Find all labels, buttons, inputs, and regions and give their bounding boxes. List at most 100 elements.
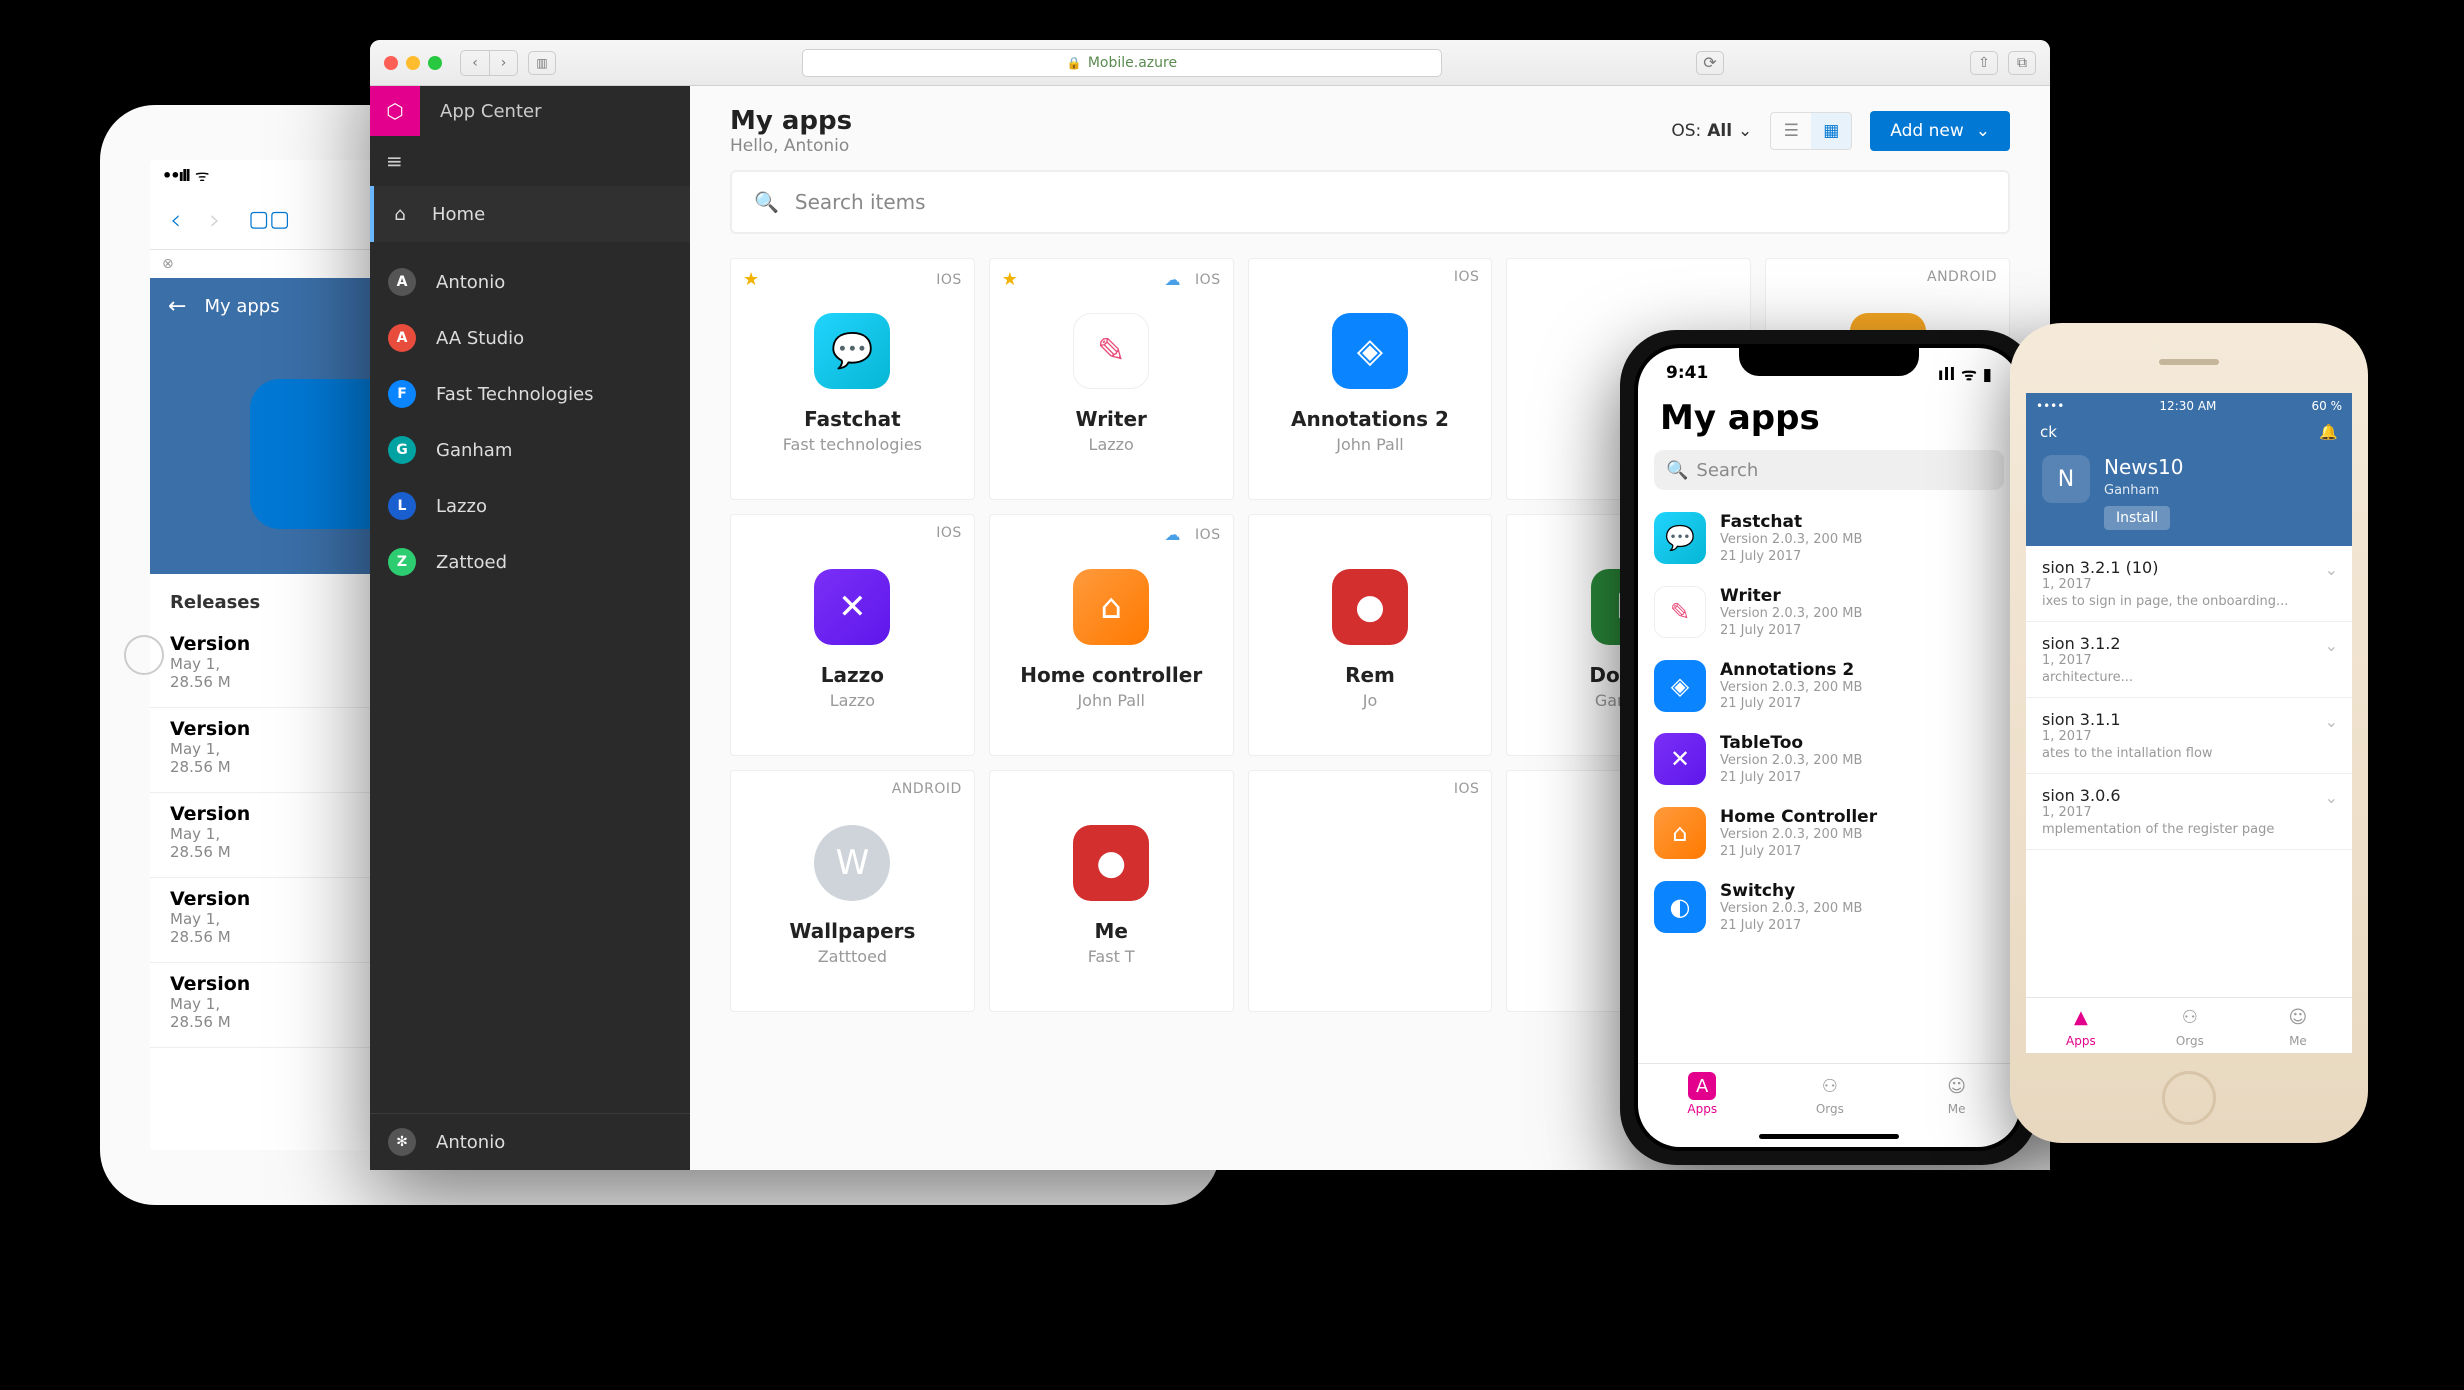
app-list-item[interactable]: 💬 Fastchat Version 2.0.3, 200 MB 21 July…: [1638, 502, 2020, 576]
app-date: 21 July 2017: [1720, 770, 1862, 787]
add-new-button[interactable]: Add new ⌄: [1870, 111, 2010, 151]
app-card[interactable]: ★iOS 💬 Fastchat Fast technologies: [730, 258, 975, 500]
safari-nav-buttons[interactable]: ‹›: [460, 50, 518, 76]
version-row[interactable]: sion 3.1.2 1, 2017 architecture... ⌄: [2026, 622, 2352, 698]
app-card[interactable]: ● Rem Jo: [1248, 514, 1493, 756]
app-owner: Zatttoed: [818, 947, 887, 966]
sidebar-org-item[interactable]: GGanham: [370, 422, 690, 478]
app-icon: W: [814, 825, 890, 901]
tab-apps[interactable]: ▲ Apps: [2066, 1004, 2096, 1048]
share-icon[interactable]: ⇧: [1970, 51, 1998, 75]
sidebar-org-item[interactable]: LLazzo: [370, 478, 690, 534]
bookmarks-icon[interactable]: ▢▢: [248, 207, 290, 232]
apps-tab-icon: ▲: [2067, 1004, 2095, 1032]
status-battery: 60 %: [2312, 399, 2343, 413]
version-list: sion 3.2.1 (10) 1, 2017 ixes to sign in …: [2026, 546, 2352, 997]
version-row[interactable]: sion 3.0.6 1, 2017 mplementation of the …: [2026, 774, 2352, 850]
app-name: Home controller: [1020, 663, 1202, 687]
grid-view-icon[interactable]: ▦: [1811, 113, 1851, 149]
org-avatar-icon: A: [388, 268, 416, 296]
reload-icon[interactable]: ⟳: [1696, 51, 1724, 75]
version-row[interactable]: sion 3.1.1 1, 2017 ates to the intallati…: [2026, 698, 2352, 774]
iphonex-app-list: 💬 Fastchat Version 2.0.3, 200 MB 21 July…: [1638, 502, 2020, 1063]
cloud-icon: ☁: [1165, 270, 1182, 289]
app-name: Wallpapers: [789, 919, 915, 943]
tabs-icon[interactable]: ⧉: [2008, 51, 2036, 75]
iphone8-nav-back[interactable]: ck 🔔: [2026, 419, 2352, 445]
sidebar: ⬡ App Center ≡ ⌂ Home A Antonio A AA Studio…: [370, 86, 690, 1170]
hamburger-icon[interactable]: ≡: [370, 136, 690, 186]
app-date: 21 July 2017: [1720, 696, 1862, 713]
view-toggle[interactable]: ☰ ▦: [1770, 112, 1852, 150]
tab-me[interactable]: ☺ Me: [1943, 1072, 1971, 1147]
sidebar-org-item[interactable]: ZZattoed: [370, 534, 690, 590]
org-avatar-icon: A: [388, 324, 416, 352]
org-label: Ganham: [436, 440, 512, 461]
app-meta: Version 2.0.3, 200 MB: [1720, 901, 1862, 918]
sidebar-org-item[interactable]: A Antonio: [370, 254, 690, 310]
back-arrow-icon[interactable]: ←: [168, 294, 186, 319]
app-name: TableToo: [1720, 733, 1862, 753]
app-list-item[interactable]: ◐ Switchy Version 2.0.3, 200 MB 21 July …: [1638, 871, 2020, 945]
app-meta: Version 2.0.3, 200 MB: [1720, 532, 1862, 549]
window-controls[interactable]: [384, 56, 442, 70]
app-card[interactable]: ANDROID W Wallpapers Zatttoed: [730, 770, 975, 1012]
iphonex-notch: [1739, 348, 1919, 376]
platform-label: iOS: [1454, 269, 1480, 285]
app-card[interactable]: ☁iOS ⌂ Home controller John Pall: [989, 514, 1234, 756]
app-name: Writer: [1075, 407, 1146, 431]
version-desc: architecture...: [2042, 670, 2336, 685]
org-label: AA Studio: [436, 328, 524, 349]
sidebar-toggle-icon[interactable]: ▥: [528, 51, 556, 75]
app-card[interactable]: iOS ✕ Lazzo Lazzo: [730, 514, 975, 756]
app-card[interactable]: iOS ◈ Annotations 2 John Pall: [1248, 258, 1493, 500]
app-card[interactable]: iOS: [1248, 770, 1493, 1012]
app-list-item[interactable]: ✕ TableToo Version 2.0.3, 200 MB 21 July…: [1638, 723, 2020, 797]
tab-orgs[interactable]: ⚇ Orgs: [2176, 1004, 2204, 1048]
tab-apps[interactable]: A Apps: [1687, 1072, 1717, 1147]
sidebar-org-item[interactable]: FFast Technologies: [370, 366, 690, 422]
ipad-home-button[interactable]: [124, 635, 164, 675]
app-date: 21 July 2017: [1720, 549, 1862, 566]
appcenter-logo-icon: ⬡: [370, 86, 420, 136]
sidebar-brand[interactable]: ⬡ App Center: [370, 86, 690, 136]
app-name: News10: [2104, 455, 2184, 479]
platform-label: iOS: [1195, 272, 1221, 288]
user-avatar-icon: ✻: [388, 1128, 416, 1156]
tab-me[interactable]: ☺ Me: [2284, 1004, 2312, 1048]
iphonex-search-input[interactable]: 🔍 Search: [1654, 450, 2004, 490]
app-list-item[interactable]: ◈ Annotations 2 Version 2.0.3, 200 MB 21…: [1638, 650, 2020, 724]
search-input[interactable]: 🔍 Search items: [730, 170, 2010, 234]
nav-home[interactable]: ⌂ Home: [370, 186, 690, 242]
os-filter[interactable]: OS: All ⌄: [1671, 121, 1752, 141]
wifi-icon: ᯤ: [195, 164, 210, 186]
app-owner: John Pall: [1336, 435, 1404, 454]
platform-label: iOS: [936, 525, 962, 541]
app-card[interactable]: ★☁iOS ✎ Writer Lazzo: [989, 258, 1234, 500]
list-view-icon[interactable]: ☰: [1771, 113, 1811, 149]
home-indicator[interactable]: [1759, 1134, 1899, 1139]
star-icon: ★: [743, 269, 760, 290]
bell-icon[interactable]: 🔔: [2319, 423, 2338, 441]
app-name: Fastchat: [1720, 512, 1862, 532]
version-row[interactable]: sion 3.2.1 (10) 1, 2017 ixes to sign in …: [2026, 546, 2352, 622]
version-title: sion 3.0.6: [2042, 786, 2336, 805]
sidebar-user[interactable]: ✻ Antonio: [370, 1114, 690, 1170]
sidebar-org-item[interactable]: A AA Studio: [370, 310, 690, 366]
install-button[interactable]: Install: [2104, 506, 2170, 530]
back-icon[interactable]: ‹: [170, 203, 181, 236]
chevron-down-icon: ⌄: [1976, 121, 1990, 141]
app-icon: 💬: [1654, 512, 1706, 564]
orgs-tab-icon: ⚇: [1816, 1072, 1844, 1100]
iphone8-home-button[interactable]: [2162, 1071, 2216, 1125]
app-list-item[interactable]: ✎ Writer Version 2.0.3, 200 MB 21 July 2…: [1638, 576, 2020, 650]
version-desc: ixes to sign in page, the onboarding...: [2042, 594, 2336, 609]
org-label: Antonio: [436, 272, 505, 293]
status-icons: ıll ᯤ ▮: [1938, 362, 1992, 385]
platform-label: ANDROID: [1927, 269, 1997, 285]
forward-icon[interactable]: ›: [209, 203, 220, 236]
app-card[interactable]: ● Me Fast T: [989, 770, 1234, 1012]
app-list-item[interactable]: ⌂ Home Controller Version 2.0.3, 200 MB …: [1638, 797, 2020, 871]
lock-icon: 🔒: [1067, 56, 1082, 70]
address-bar[interactable]: 🔒 Mobile.azure: [802, 49, 1442, 77]
